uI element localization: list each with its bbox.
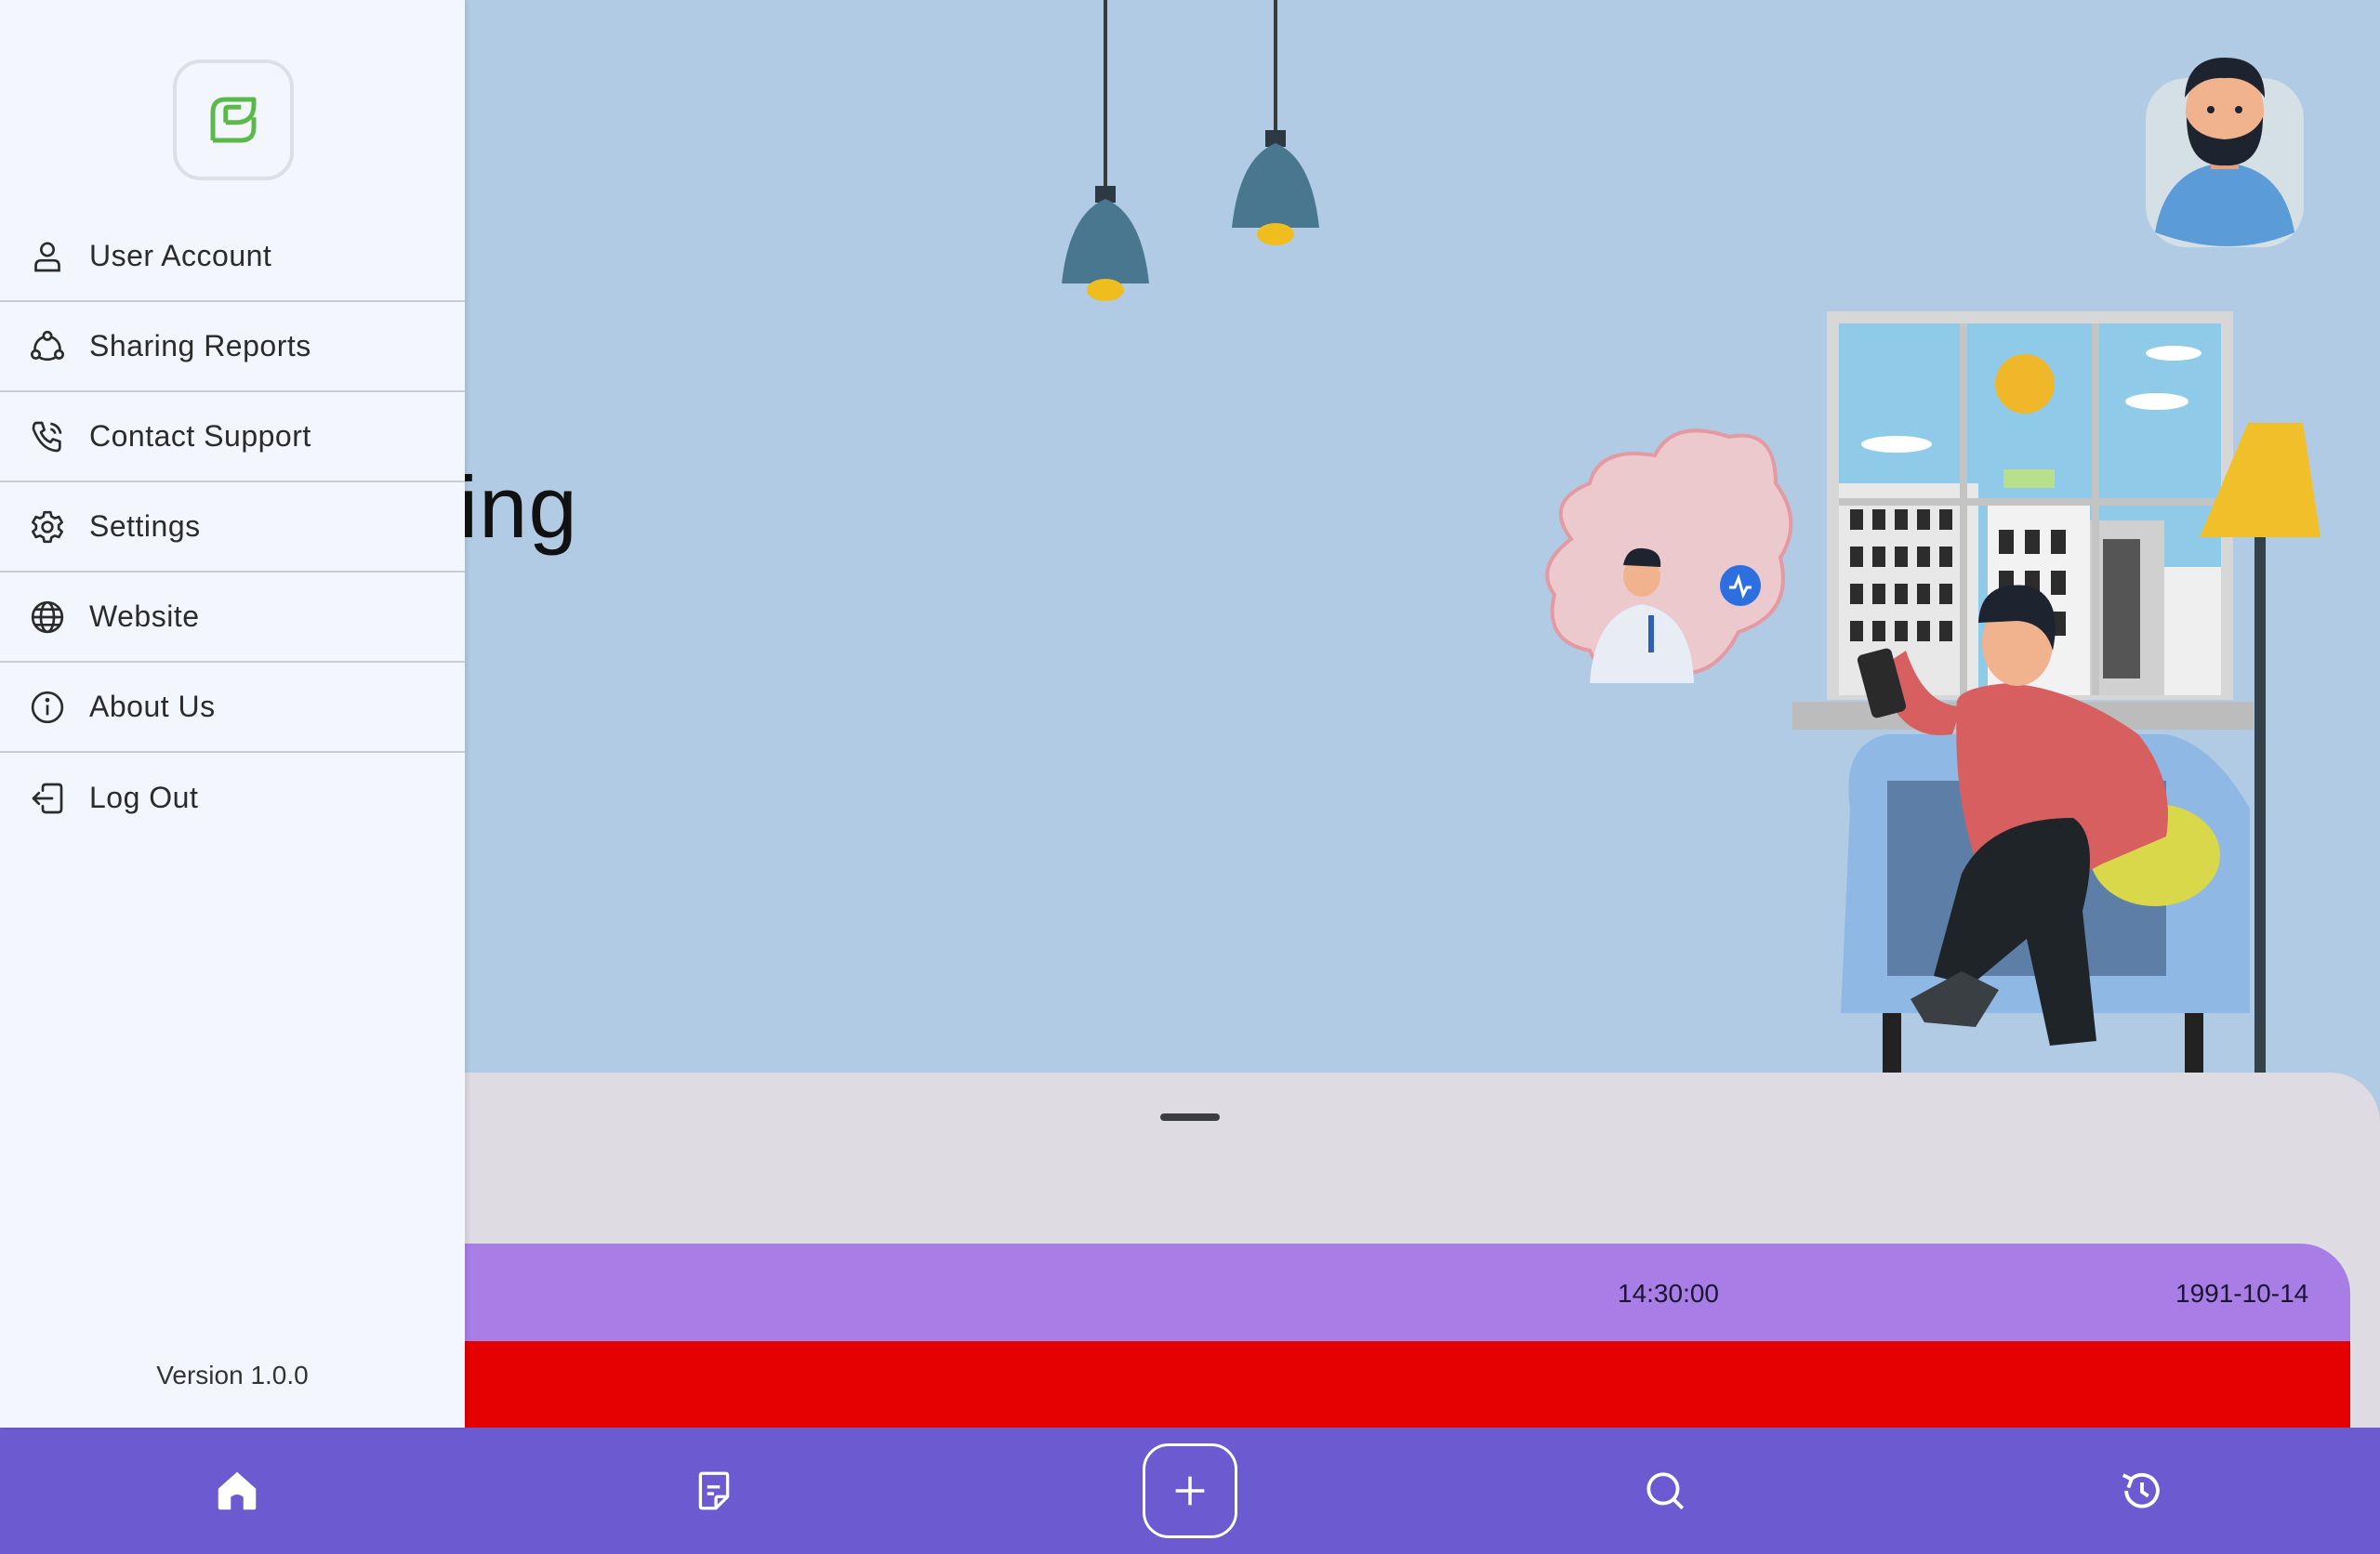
menu-item-user-account[interactable]: User Account [0, 212, 465, 302]
menu-item-label: Settings [89, 509, 201, 543]
leaf-logo-icon [210, 97, 257, 143]
sheet-drag-handle[interactable] [1160, 1113, 1220, 1121]
nav-add-button[interactable] [1143, 1443, 1237, 1538]
user-icon [26, 235, 69, 278]
doctor-thought-bubble [1545, 428, 1793, 683]
menu-item-settings[interactable]: Settings [0, 482, 465, 573]
menu-item-log-out[interactable]: Log Out [0, 753, 465, 843]
pendant-lamp-right [1232, 0, 1319, 245]
menu-item-sharing-reports[interactable]: Sharing Reports [0, 302, 465, 392]
gear-icon [26, 506, 69, 548]
nav-search-button[interactable] [1633, 1459, 1697, 1522]
menu-item-label: Log Out [89, 781, 199, 814]
pendant-lamp-left [1062, 0, 1149, 301]
history-icon [2122, 1473, 2160, 1508]
logout-icon [26, 777, 69, 820]
drawer-menu: User Account Sharing Reports Contact Sup… [0, 212, 465, 843]
record-date: 1991-10-14 [2175, 1279, 2309, 1308]
nav-history-button[interactable] [2110, 1459, 2174, 1522]
menu-item-website[interactable]: Website [0, 573, 465, 663]
app-logo [173, 59, 294, 180]
home-icon [218, 1471, 257, 1510]
phone-icon [26, 415, 69, 458]
menu-item-label: About Us [89, 690, 216, 723]
record-time: 14:30:00 [1618, 1279, 1719, 1308]
app-version: Version 1.0.0 [156, 1361, 309, 1389]
globe-icon [26, 596, 69, 639]
nav-documents-button[interactable] [682, 1459, 746, 1522]
menu-item-contact-support[interactable]: Contact Support [0, 392, 465, 482]
menu-item-label: User Account [89, 239, 272, 272]
user-avatar [2146, 58, 2304, 247]
menu-item-about-us[interactable]: About Us [0, 663, 465, 753]
search-icon [1646, 1472, 1685, 1510]
menu-item-label: Website [89, 599, 200, 633]
document-icon [698, 1471, 730, 1510]
add-icon [1175, 1476, 1205, 1506]
nav-home-button[interactable] [205, 1459, 269, 1522]
share-icon [26, 325, 69, 368]
info-icon [26, 686, 69, 729]
menu-item-label: Contact Support [89, 419, 311, 453]
menu-item-label: Sharing Reports [89, 329, 311, 362]
navigation-drawer: User Account Sharing Reports Contact Sup… [0, 0, 465, 1428]
